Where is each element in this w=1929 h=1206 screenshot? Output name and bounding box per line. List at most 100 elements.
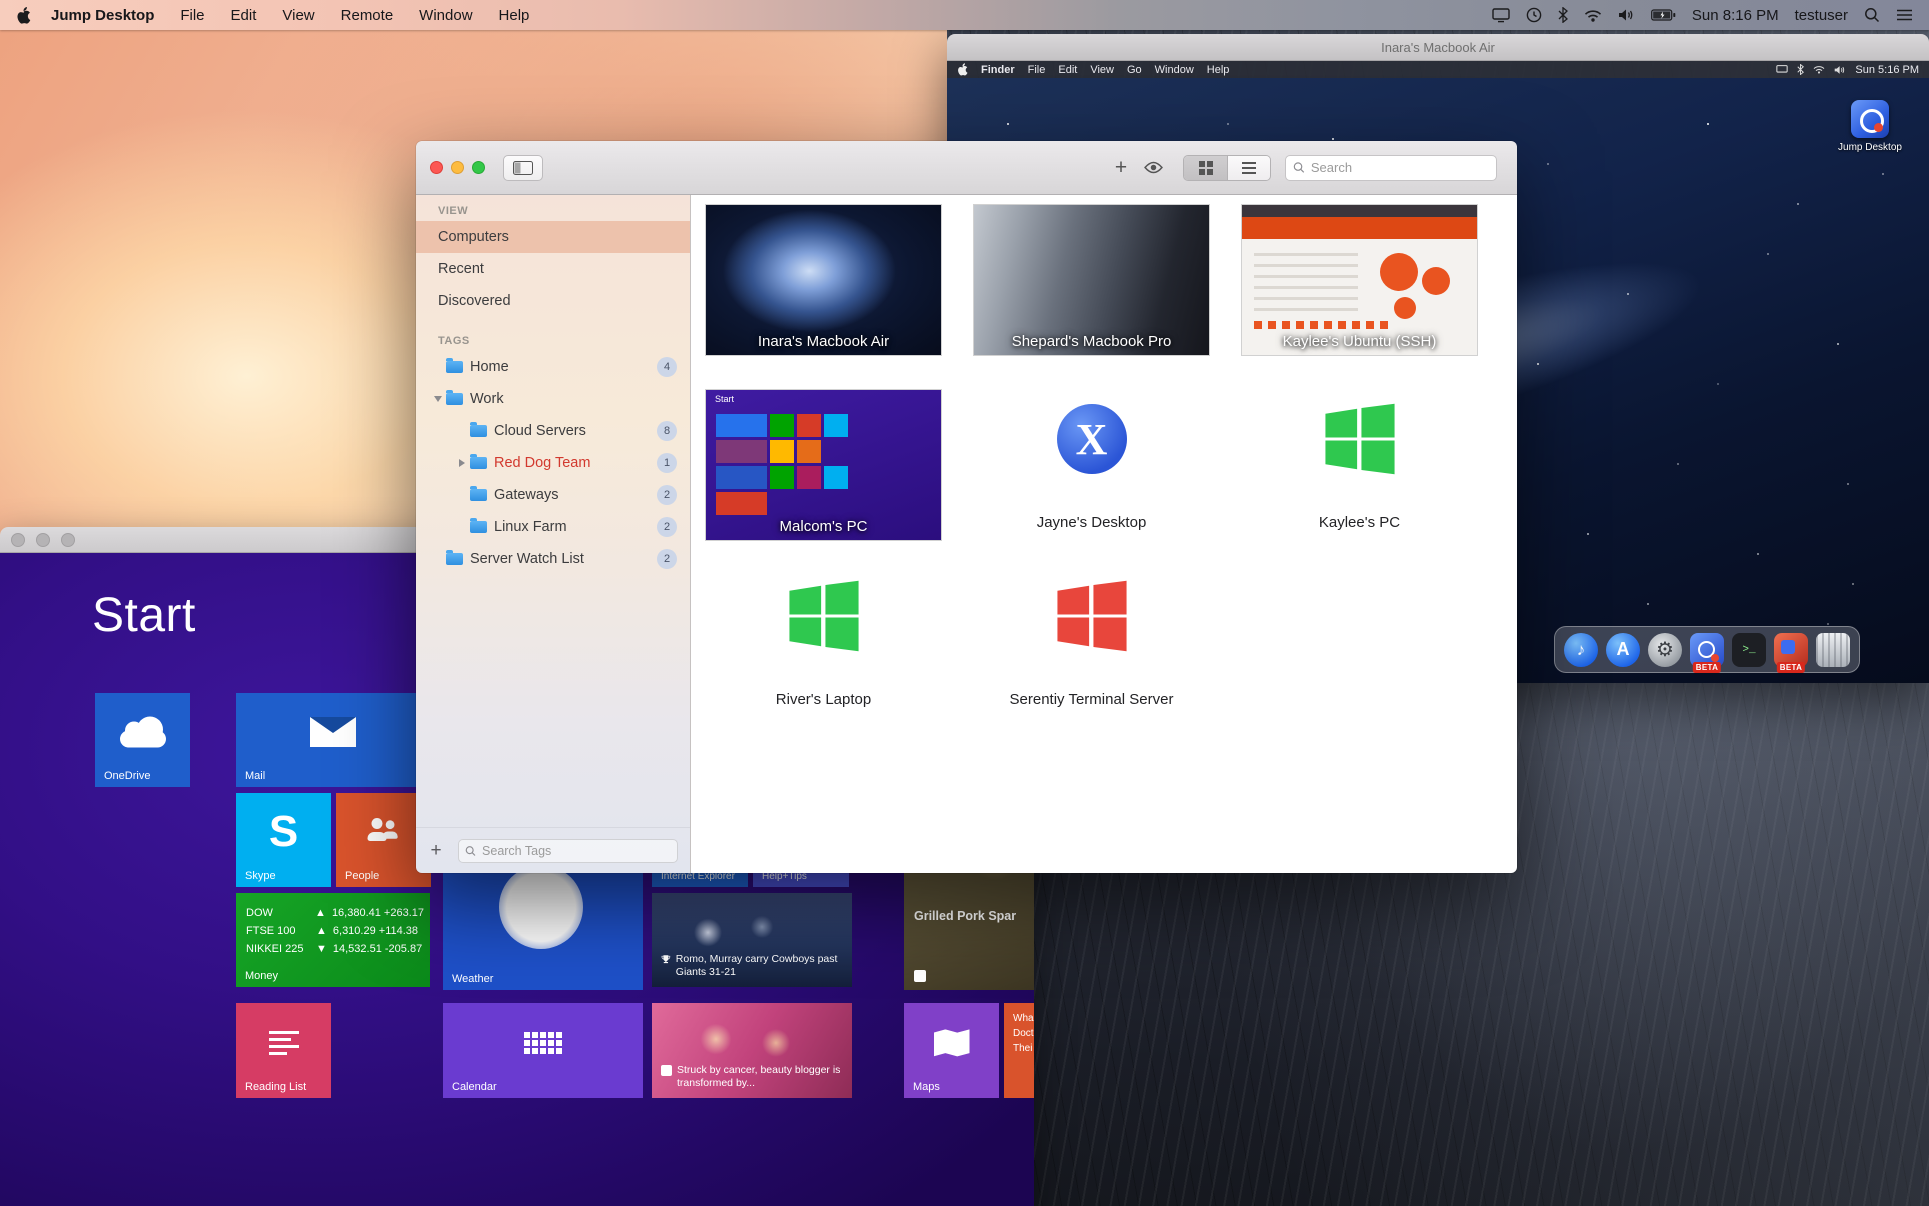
menu-remote[interactable]: Remote (341, 7, 394, 24)
beta-badge: BETA (1693, 662, 1721, 673)
tile-reading-list[interactable]: Reading List (236, 1003, 331, 1098)
wifi-icon[interactable] (1584, 9, 1602, 22)
tile-label: Maps (913, 1081, 940, 1093)
menu-view[interactable]: View (282, 7, 314, 24)
folder-icon (470, 425, 487, 437)
toolbar-search-field[interactable] (1285, 155, 1497, 181)
remote-menu-edit[interactable]: Edit (1058, 64, 1077, 76)
trash-dock-icon[interactable] (1816, 633, 1850, 667)
tile-onedrive[interactable]: OneDrive (95, 693, 190, 787)
wifi-icon[interactable] (1813, 65, 1825, 74)
remote-clock[interactable]: Sun 5:16 PM (1855, 64, 1919, 76)
display-icon[interactable] (1776, 65, 1788, 74)
app-menu-title[interactable]: Jump Desktop (51, 7, 154, 24)
tag-cloud-servers[interactable]: Cloud Servers 8 (416, 415, 690, 447)
menu-help[interactable]: Help (499, 7, 530, 24)
spotlight-search-icon[interactable] (1864, 7, 1880, 23)
search-input[interactable] (1311, 160, 1496, 175)
tag-search-field[interactable] (458, 839, 678, 863)
computer-card-inara[interactable]: Inara's Macbook Air (706, 205, 941, 355)
computer-card-kaylee-pc[interactable]: Kaylee's PC (1242, 390, 1477, 531)
remote-menu-finder[interactable]: Finder (981, 64, 1015, 76)
disclosure-open-icon[interactable] (434, 396, 442, 402)
apple-icon[interactable] (957, 63, 968, 76)
computer-card-jayne[interactable]: X Jayne's Desktop (974, 390, 1209, 531)
apple-menu-icon[interactable] (16, 7, 31, 24)
itunes-dock-icon[interactable]: ♪ (1564, 633, 1598, 667)
menu-bar-user[interactable]: testuser (1795, 7, 1848, 24)
add-tag-button[interactable]: + (424, 840, 448, 862)
beta-app-dock-icon[interactable]: BETA (1774, 633, 1808, 667)
tile-skype[interactable]: S Skype (236, 793, 331, 887)
tile-money[interactable]: DOW▲16,380.41 +263.17 FTSE 100▲6,310.29 … (236, 893, 430, 987)
sidebar-item-recent[interactable]: Recent (416, 253, 690, 285)
disclosure-closed-icon[interactable] (459, 459, 465, 467)
jump-desktop-beta-dock-icon[interactable]: BETA (1690, 633, 1724, 667)
computer-card-kaylee-ubuntu[interactable]: Kaylee's Ubuntu (SSH) (1242, 205, 1477, 355)
inactive-zoom-button[interactable] (61, 533, 75, 547)
bluetooth-icon[interactable] (1558, 7, 1568, 23)
remote-menu-file[interactable]: File (1028, 64, 1046, 76)
remote-menu-view[interactable]: View (1090, 64, 1114, 76)
preview-button[interactable] (1137, 155, 1169, 181)
terminal-dock-icon[interactable]: >_ (1732, 633, 1766, 667)
tile-mail[interactable]: Mail (236, 693, 430, 787)
system-preferences-dock-icon[interactable]: ⚙ (1648, 633, 1682, 667)
tile-news-sliver[interactable]: Wha Doct Thei (1004, 1003, 1034, 1098)
menu-edit[interactable]: Edit (231, 7, 257, 24)
inactive-minimize-button[interactable] (36, 533, 50, 547)
computer-card-river[interactable]: River's Laptop (706, 567, 941, 708)
tag-linux-farm[interactable]: Linux Farm 2 (416, 511, 690, 543)
tile-label: Reading List (245, 1081, 306, 1093)
remote-window-titlebar[interactable]: Inara's Macbook Air (947, 34, 1929, 61)
menu-file[interactable]: File (180, 7, 204, 24)
folder-icon (470, 489, 487, 501)
computer-name: River's Laptop (706, 691, 941, 708)
computers-grid: Inara's Macbook Air Shepard's Macbook Pr… (691, 195, 1517, 873)
menu-list-icon[interactable] (1896, 9, 1913, 21)
tile-beauty-news[interactable]: Struck by cancer, beauty blogger is tran… (652, 1003, 852, 1098)
news-line: Thei (1013, 1041, 1034, 1056)
time-machine-icon[interactable] (1526, 7, 1542, 23)
tile-calendar[interactable]: Calendar (443, 1003, 643, 1098)
remote-jump-desktop-shortcut[interactable]: Jump Desktop (1838, 100, 1902, 153)
folder-icon (470, 521, 487, 533)
people-icon (382, 821, 398, 839)
tag-work[interactable]: Work (416, 383, 690, 415)
computer-card-malcom[interactable]: Start Malcom's PC (706, 390, 941, 540)
window-toolbar[interactable]: + (416, 141, 1517, 195)
tag-badge: 8 (657, 421, 677, 441)
grid-view-button[interactable] (1184, 156, 1227, 180)
add-computer-button[interactable]: + (1105, 155, 1137, 181)
menu-bar-clock[interactable]: Sun 8:16 PM (1692, 7, 1779, 24)
battery-charging-icon[interactable] (1651, 9, 1676, 21)
sidebar-item-computers[interactable]: Computers (416, 221, 690, 253)
remote-menu-help[interactable]: Help (1207, 64, 1230, 76)
menu-window[interactable]: Window (419, 7, 472, 24)
inactive-close-button[interactable] (11, 533, 25, 547)
volume-icon[interactable] (1834, 65, 1846, 75)
computer-card-shepard[interactable]: Shepard's Macbook Pro (974, 205, 1209, 355)
volume-icon[interactable] (1618, 8, 1635, 22)
minimize-button[interactable] (451, 161, 464, 174)
sidebar-toggle-button[interactable] (503, 155, 543, 181)
stock-quotes: DOW▲16,380.41 +263.17 FTSE 100▲6,310.29 … (246, 907, 424, 955)
tag-gateways[interactable]: Gateways 2 (416, 479, 690, 511)
remote-menu-window[interactable]: Window (1155, 64, 1194, 76)
screen-sharing-icon[interactable] (1492, 8, 1510, 23)
computer-card-serentiy[interactable]: Serentiy Terminal Server (974, 567, 1209, 708)
close-button[interactable] (430, 161, 443, 174)
sun-icon (499, 865, 583, 949)
tile-maps[interactable]: Maps (904, 1003, 999, 1098)
tag-red-dog-team[interactable]: Red Dog Team 1 (416, 447, 690, 479)
tag-home[interactable]: Home 4 (416, 351, 690, 383)
bluetooth-icon[interactable] (1797, 64, 1804, 75)
remote-menu-go[interactable]: Go (1127, 64, 1142, 76)
tag-server-watch-list[interactable]: Server Watch List 2 (416, 543, 690, 575)
list-view-button[interactable] (1227, 156, 1270, 180)
zoom-button[interactable] (472, 161, 485, 174)
appstore-dock-icon[interactable]: A (1606, 633, 1640, 667)
tile-sports-news[interactable]: Romo, Murray carry Cowboys past Giants 3… (652, 893, 852, 987)
sidebar-item-discovered[interactable]: Discovered (416, 285, 690, 317)
search-tags-input[interactable] (482, 844, 677, 858)
